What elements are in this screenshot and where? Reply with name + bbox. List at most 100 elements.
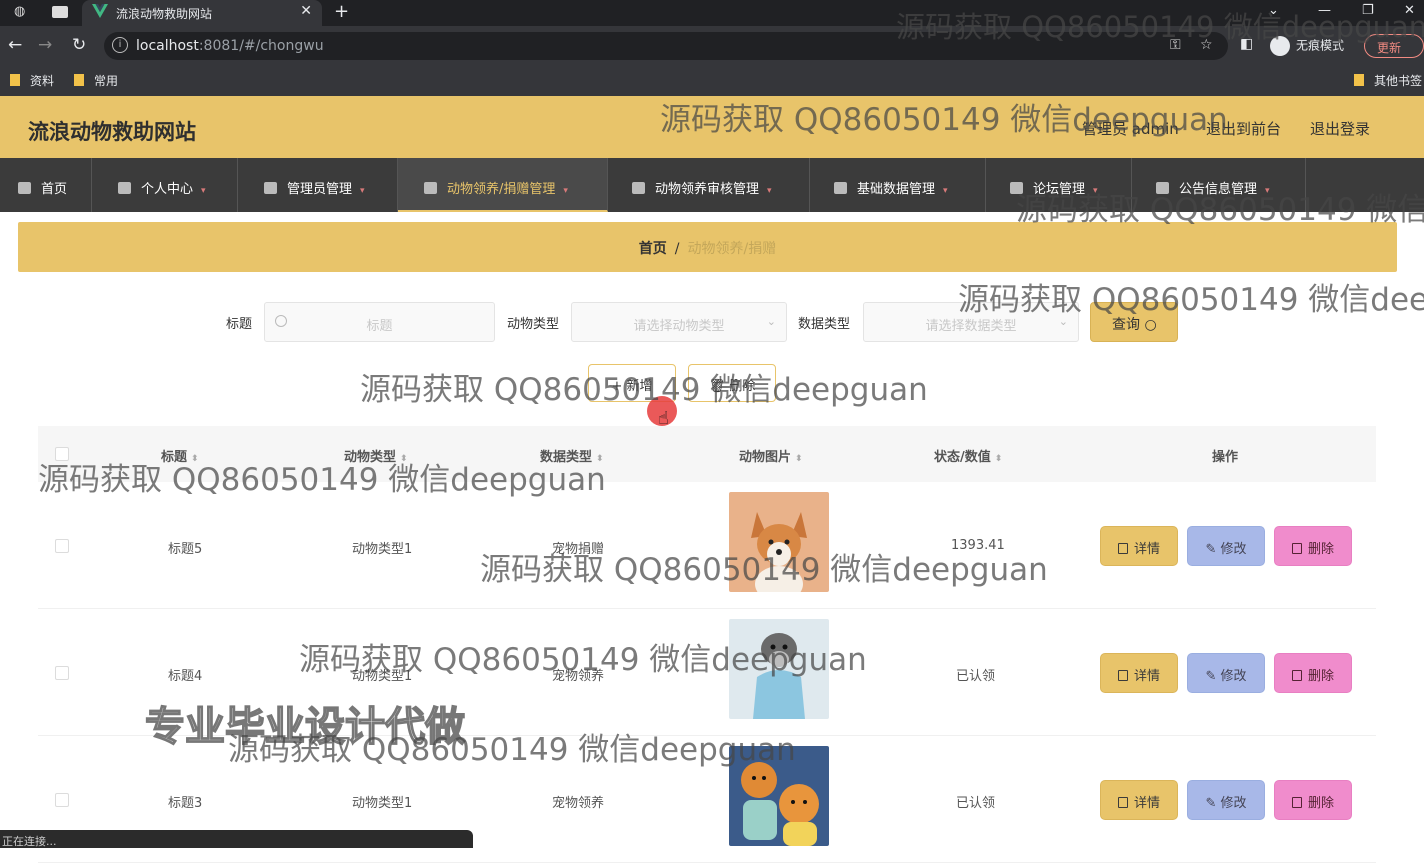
new-tab-icon[interactable]: + [334, 1, 349, 22]
nav-item-basedata[interactable]: 基础数据管理 ▾ [810, 158, 986, 212]
column-header-image[interactable]: 动物图片 ⬍ [739, 446, 803, 465]
detail-button[interactable]: 详情 [1100, 780, 1178, 820]
bookmark-folder-changyong[interactable]: 常用 [74, 72, 118, 89]
nav-item-adoption[interactable]: 动物领养/捐赠管理 ▾ [398, 158, 608, 212]
breadcrumb: 首页 / 动物领养/捐赠 [18, 222, 1397, 272]
row-checkbox[interactable] [55, 539, 69, 553]
minimize-icon[interactable]: — [1318, 3, 1331, 18]
nav-item-notice[interactable]: 公告信息管理 ▾ [1132, 158, 1306, 212]
bookmark-folder-ziliao[interactable]: 资料 [10, 72, 54, 89]
pet-photo-schnauzer[interactable] [729, 619, 829, 719]
chevron-down-icon: ▾ [1093, 186, 1098, 196]
folder-icon [74, 74, 84, 86]
user-icon [424, 182, 437, 194]
chevron-down-icon: ▾ [360, 186, 365, 196]
user-icon [118, 182, 131, 194]
chevron-down-icon: ▾ [943, 186, 948, 196]
chevron-down-icon: ⌄ [766, 315, 776, 328]
browser-tab[interactable]: 流浪动物救助网站 ✕ [82, 0, 322, 26]
close-tab-icon[interactable]: ✕ [300, 3, 312, 19]
column-header-status[interactable]: 状态/数值 ⬍ [934, 446, 1002, 465]
url-text[interactable]: localhost:8081/#/chongwu [136, 38, 324, 54]
copy-icon [834, 182, 847, 194]
column-header-type[interactable]: 动物类型 ⬍ [344, 446, 408, 465]
select-all-checkbox[interactable] [55, 447, 69, 461]
pet-photo-pomeranians[interactable] [729, 746, 829, 846]
logout-link[interactable]: 退出登录 [1310, 118, 1370, 139]
data-type-placeholder: 请选择数据类型 [925, 319, 1017, 334]
cell-type: 动物类型1 [352, 669, 413, 684]
document-icon [1117, 670, 1128, 681]
nav-item-admin[interactable]: 管理员管理 ▾ [238, 158, 398, 212]
title-placeholder: 标题 [366, 319, 393, 334]
site-info-icon[interactable]: i [112, 37, 128, 53]
browser-toolbar: ← → ↻ i localhost:8081/#/chongwu ⚿ ☆ ◧ 无… [0, 26, 1424, 66]
document-icon [1117, 543, 1128, 554]
detail-button[interactable]: 详情 [1100, 653, 1178, 693]
nav-item-review[interactable]: 动物领养审核管理 ▾ [608, 158, 810, 212]
edit-button[interactable]: ✎ 修改 [1187, 653, 1265, 693]
reload-icon[interactable]: ↻ [72, 35, 86, 55]
tab-title: 流浪动物救助网站 [116, 7, 213, 21]
forum-icon [1010, 182, 1023, 194]
data-type-select[interactable]: 请选择数据类型 ⌄ [863, 302, 1079, 342]
edit-button[interactable]: ✎ 修改 [1187, 780, 1265, 820]
column-header-title[interactable]: 标题 ⬍ [161, 446, 199, 465]
title-label: 标题 [226, 317, 253, 332]
breadcrumb-current: 动物领养/捐赠 [687, 241, 777, 257]
delete-button[interactable]: 删除 [1274, 653, 1352, 693]
title-search-input[interactable]: 标题 [264, 302, 495, 342]
cell-data-type: 宠物领养 [552, 796, 605, 811]
tab-overview-icon[interactable] [52, 6, 68, 18]
cell-type: 动物类型1 [352, 542, 413, 557]
trash-icon [1291, 797, 1302, 808]
maximize-icon[interactable]: ❐ [1362, 3, 1374, 18]
table-header: 标题 ⬍ 动物类型 ⬍ 数据类型 ⬍ 动物图片 ⬍ 状态/数值 ⬍ 操作 [38, 426, 1376, 482]
cell-title: 标题3 [168, 796, 203, 811]
key-icon[interactable]: ⚿ [1170, 37, 1181, 53]
animal-type-placeholder: 请选择动物类型 [633, 319, 725, 334]
incognito-indicator[interactable]: 无痕模式 [1270, 36, 1344, 56]
delete-button[interactable]: 删除 [1274, 526, 1352, 566]
pet-photo-corgi[interactable] [729, 492, 829, 592]
cell-title: 标题5 [168, 542, 203, 557]
folder-icon [10, 74, 20, 86]
sort-icon: ⬍ [596, 454, 604, 464]
side-panel-icon[interactable]: ◧ [1240, 36, 1253, 52]
current-user: 管理员 admin [1082, 120, 1179, 138]
back-icon[interactable]: ← [8, 35, 22, 55]
window-close-icon[interactable]: ✕ [1404, 3, 1415, 18]
edit-button[interactable]: ✎ 修改 [1187, 526, 1265, 566]
address-bar[interactable]: i localhost:8081/#/chongwu ⚿ ☆ [104, 32, 1228, 60]
nav-item-home[interactable]: 首页 [0, 158, 92, 212]
row-checkbox[interactable] [55, 666, 69, 680]
browser-globe-icon[interactable]: ◍ [14, 4, 25, 19]
pencil-icon: ✎ [1205, 796, 1221, 811]
forward-icon[interactable]: → [38, 35, 52, 55]
table-row: 标题5 动物类型1 宠物捐赠 1393.41 详情 ✎ 修改 删除 [38, 482, 1376, 609]
animal-type-select[interactable]: 请选择动物类型 ⌄ [571, 302, 787, 342]
bookmark-star-icon[interactable]: ☆ [1200, 37, 1213, 53]
query-button[interactable]: 查询 ○ [1090, 302, 1178, 342]
menu-icon [1156, 182, 1169, 194]
nav-item-profile[interactable]: 个人中心 ▾ [92, 158, 238, 212]
back-to-front-link[interactable]: 退出到前台 [1206, 118, 1281, 139]
detail-button[interactable]: 详情 [1100, 526, 1178, 566]
tab-search-icon[interactable]: ⌄ [1268, 3, 1279, 18]
column-header-data-type[interactable]: 数据类型 ⬍ [540, 446, 604, 465]
search-icon: ○ [1144, 317, 1157, 333]
browser-status-bar: 正在连接... [0, 830, 473, 848]
nav-item-forum[interactable]: 论坛管理 ▾ [986, 158, 1132, 212]
delete-button[interactable]: 删除 [1274, 780, 1352, 820]
row-checkbox[interactable] [55, 793, 69, 807]
update-button[interactable]: 更新 [1364, 34, 1424, 58]
chevron-down-icon: ▾ [1265, 186, 1270, 196]
breadcrumb-home[interactable]: 首页 [639, 241, 667, 257]
batch-delete-button[interactable]: 🗑 删除 [688, 364, 776, 402]
app-header: 流浪动物救助网站 管理员 admin 退出到前台 退出登录 [0, 96, 1424, 158]
trash-icon [1291, 543, 1302, 554]
other-bookmarks[interactable]: 其他书签 [1354, 72, 1422, 89]
plus-icon: + [611, 379, 627, 394]
chevron-down-icon: ▾ [563, 186, 568, 196]
watermark-big: 专业毕业设计代做 [144, 703, 466, 751]
